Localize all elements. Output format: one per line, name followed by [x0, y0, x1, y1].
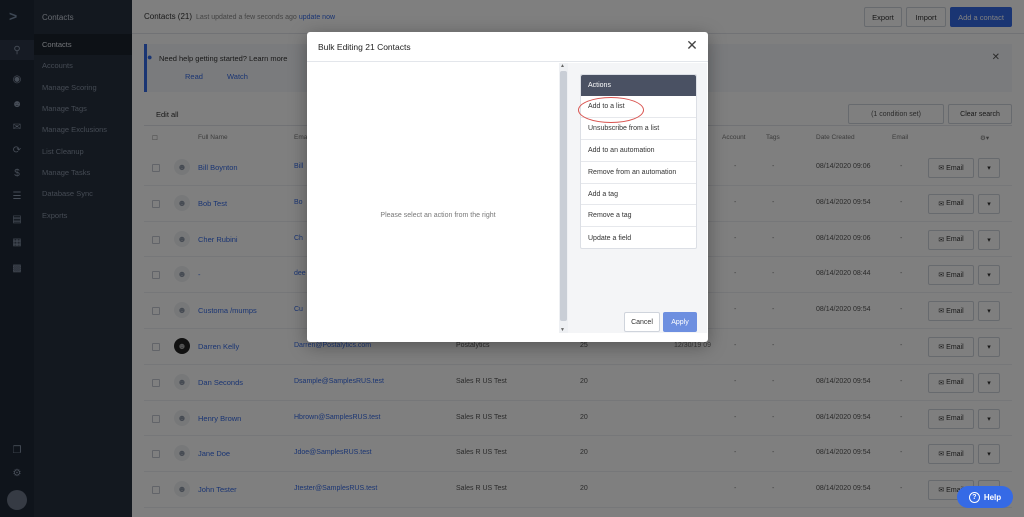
action-remove-tag[interactable]: Remove a tag [581, 205, 696, 228]
scroll-thumb[interactable] [560, 71, 567, 321]
help-label: Help [983, 492, 1002, 502]
apply-button[interactable]: Apply [663, 312, 697, 332]
action-update-field[interactable]: Update a field [581, 227, 696, 249]
question-icon: ? [968, 491, 980, 503]
close-icon[interactable]: ✕ [684, 37, 700, 53]
highlight-annotation-circle [578, 97, 644, 123]
action-detail-pane: Please select an action from the right [308, 63, 568, 333]
bulk-edit-modal: Bulk Editing 21 Contacts ✕ Please select… [307, 32, 708, 342]
scroll-up-icon[interactable]: ▲ [560, 63, 565, 69]
actions-header: Actions [581, 75, 696, 96]
action-add-tag[interactable]: Add a tag [581, 184, 696, 206]
scroll-down-icon[interactable]: ▼ [560, 327, 565, 333]
modal-title: Bulk Editing 21 Contacts [318, 42, 411, 52]
modal-scrollbar[interactable]: ▲ ▼ [559, 63, 568, 333]
empty-state-message: Please select an action from the right [380, 212, 496, 219]
help-button[interactable]: ? Help [957, 486, 1013, 508]
action-remove-from-automation[interactable]: Remove from an automation [581, 162, 696, 184]
cancel-button[interactable]: Cancel [624, 312, 660, 332]
action-add-to-automation[interactable]: Add to an automation [581, 140, 696, 162]
modal-header: Bulk Editing 21 Contacts ✕ [307, 32, 708, 62]
